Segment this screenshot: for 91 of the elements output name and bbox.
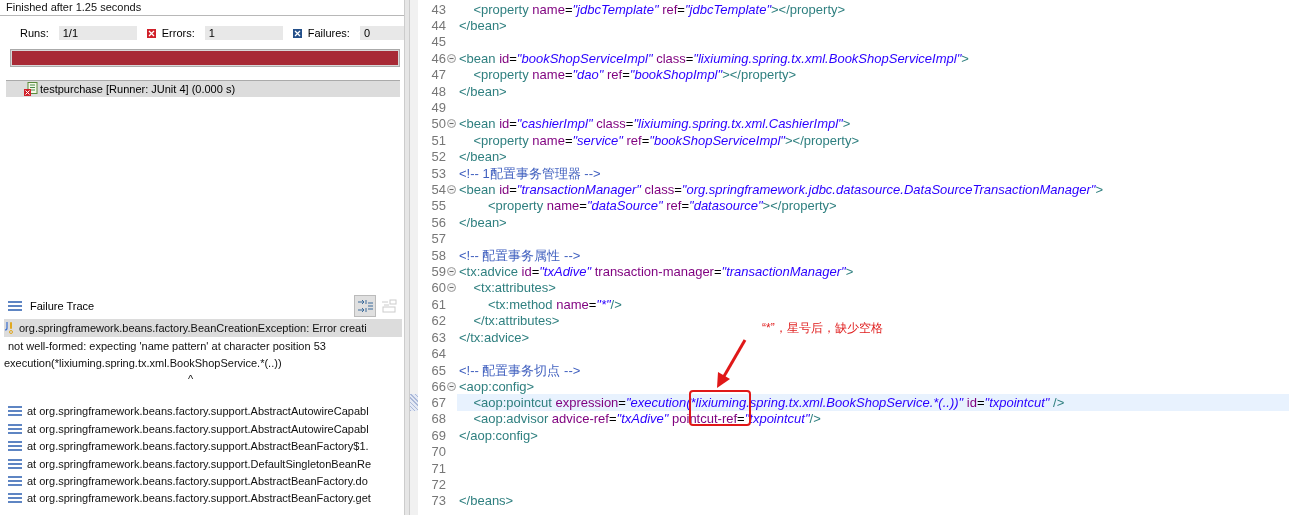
code-line: </tx:advice> <box>459 329 530 345</box>
line-number: 46 <box>430 50 446 66</box>
list-icon <box>8 493 22 504</box>
list-icon <box>8 458 22 469</box>
code-line: </tx:attributes> <box>472 313 560 329</box>
line-number: 66 <box>430 378 446 394</box>
line-number: 69 <box>430 427 446 443</box>
code-line: </aop:config> <box>459 427 538 443</box>
line-number: 70 <box>430 444 446 460</box>
list-icon <box>8 423 22 434</box>
code-line: <!-- 配置事务属性 --> <box>459 246 581 265</box>
code-line: <!-- 配置事务切点 --> <box>459 361 581 380</box>
line-number: 54 <box>430 182 446 197</box>
line-number: 44 <box>430 18 446 34</box>
line-number: 50 <box>430 116 446 132</box>
collapse-icon[interactable] <box>447 266 456 276</box>
collapse-icon[interactable] <box>447 53 456 63</box>
code-line: </bean> <box>459 149 507 165</box>
annotation-text: “*”，星号后，缺少空格 <box>762 320 883 337</box>
list-icon <box>8 406 22 417</box>
code-line: </bean> <box>459 18 507 34</box>
trace-line[interactable]: execution(*lixiuming.spring.tx.xml.BookShopService.*(..)) <box>4 356 282 369</box>
code-line: <bean id="cashierImpl" class="lixiuming.spring.tx.xml.CashierImpl"> <box>459 116 851 132</box>
line-number: 72 <box>430 477 446 492</box>
code-line: <!-- 1配置事务管理器 --> <box>459 164 601 183</box>
list-icon <box>8 301 22 312</box>
trace-line[interactable]: at org.springframework.beans.factory.support.AbstractAutowireCapabl <box>27 405 369 418</box>
collapse-icon[interactable] <box>447 381 456 391</box>
error-icon <box>146 28 156 38</box>
line-number: 67 <box>430 395 446 411</box>
counter-value: 1 <box>204 26 283 40</box>
line-number: 53 <box>430 166 446 182</box>
failure-icon <box>292 28 302 38</box>
test-error-icon <box>24 82 38 96</box>
status-text: Finished after 1.25 seconds <box>0 0 404 16</box>
line-number: 62 <box>430 313 446 329</box>
trace-line[interactable]: ^ <box>188 373 194 386</box>
trace-line[interactable]: at org.springframework.beans.factory.support.AbstractBeanFactory.do <box>27 474 368 487</box>
line-number: 55 <box>430 198 446 214</box>
code-line: <property name="dao" ref="bookShopImpl"></property> <box>472 67 797 83</box>
trace-line[interactable]: at org.springframework.beans.factory.support.DefaultSingletonBeanRe <box>27 457 372 470</box>
line-number: 65 <box>430 363 446 379</box>
collapse-icon[interactable] <box>447 283 456 293</box>
line-number: 61 <box>430 296 446 312</box>
trace-line[interactable]: at org.springframework.beans.factory.support.AbstractBeanFactory$1. <box>27 440 369 453</box>
counter-label: Runs: <box>20 27 49 39</box>
line-number: 47 <box>430 67 446 83</box>
code-line: <aop:config> <box>459 378 535 394</box>
trace-line[interactable]: at org.springframework.beans.factory.support.AbstractAutowireCapabl <box>27 422 369 435</box>
test-row[interactable]: testpurchase [Runner: JUnit 4] (0.000 s) <box>6 80 400 97</box>
trace-line[interactable]: at org.springframework.beans.factory.support.AbstractBeanFactory.get <box>27 492 371 505</box>
counter-value: 1/1 <box>58 26 137 40</box>
code-line: <property name="service" ref="bookShopServiceImpl"></property> <box>472 132 860 148</box>
line-number: 45 <box>430 34 446 50</box>
line-number: 51 <box>430 132 446 148</box>
code-line: <property name="dataSource" ref="datasource"></property> <box>486 198 837 214</box>
code-line: </bean> <box>459 214 507 230</box>
list-icon <box>8 441 22 452</box>
trace-line[interactable]: not well-formed: expecting 'name pattern' at character position 53 <box>8 339 326 352</box>
line-number: 71 <box>430 460 446 476</box>
code-line: <tx:attributes> <box>472 280 556 296</box>
line-number: 64 <box>430 345 446 361</box>
line-number: 59 <box>430 263 446 279</box>
panel-title: Failure Trace <box>30 300 95 313</box>
line-number: 58 <box>430 248 446 264</box>
collapse-icon[interactable] <box>447 119 456 129</box>
collapse-icon[interactable] <box>447 185 456 194</box>
line-number: 49 <box>430 100 446 116</box>
annotation-arrow <box>717 339 747 388</box>
counter-label: Errors: <box>161 27 195 39</box>
code-line: <tx:advice id="txAdive" transaction-manager="transactionManager"> <box>459 263 854 279</box>
line-number: 68 <box>430 411 446 427</box>
exception-icon <box>4 321 14 336</box>
filter-stack-button[interactable] <box>354 295 376 318</box>
counter-label: Failures: <box>307 27 350 39</box>
counter-value: 0 <box>359 26 404 40</box>
code-line: <property name="jdbcTemplate" ref="jdbcTemplate"></property> <box>472 1 846 17</box>
line-number: 43 <box>430 1 446 17</box>
code-line: <bean id="transactionManager" class="org.springframework.jdbc.datasource.DataSourceTransactionManager"> <box>459 182 1104 197</box>
line-number: 57 <box>430 231 446 247</box>
code-line: <bean id="bookShopServiceImpl" class="lixiuming.spring.tx.xml.BookShopServiceImpl"> <box>459 50 969 66</box>
line-number: 63 <box>430 329 446 345</box>
code-line: <tx:method name="*"/> <box>486 296 622 312</box>
code-line: </bean> <box>459 83 507 99</box>
list-icon <box>8 475 22 486</box>
line-number: 48 <box>430 83 446 99</box>
line-number: 73 <box>430 493 446 509</box>
line-number: 52 <box>430 149 446 165</box>
code-line: </beans> <box>459 493 514 509</box>
line-number: 60 <box>430 280 446 296</box>
line-number: 56 <box>430 214 446 230</box>
